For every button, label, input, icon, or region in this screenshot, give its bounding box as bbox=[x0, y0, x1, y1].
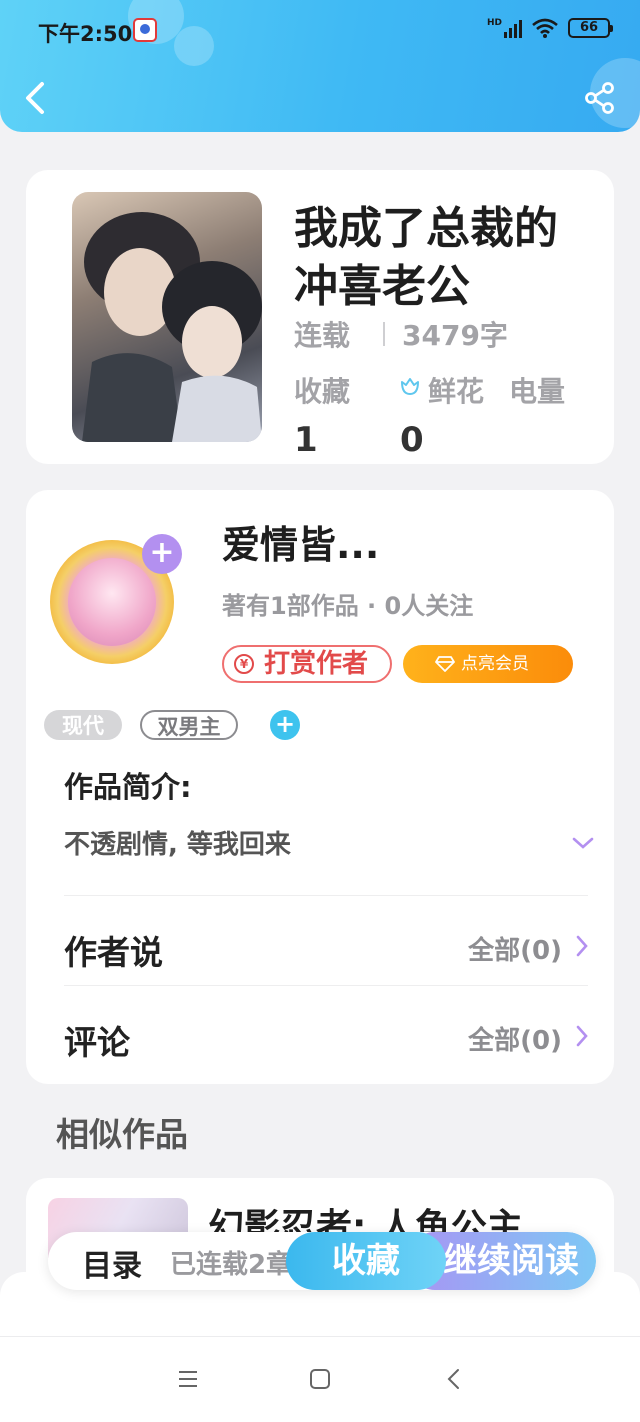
status-icons: HD 66 bbox=[487, 18, 613, 38]
comments-count[interactable]: 全部(0) bbox=[468, 1020, 562, 1057]
network-label: HD bbox=[486, 18, 502, 28]
intro-title: 作品简介: bbox=[64, 770, 192, 804]
author-stats: 著有1部作品 · 0人关注 bbox=[222, 592, 474, 620]
add-tag-button[interactable]: + bbox=[270, 710, 300, 740]
bottom-action-bar: 目录 已连载2章 继续阅读 收藏 bbox=[48, 1232, 596, 1290]
author-name[interactable]: 爱情皆... bbox=[222, 514, 379, 569]
book-title: 我成了总裁的冲喜老公 bbox=[294, 203, 558, 312]
reward-author-button[interactable]: ¥ 打赏作者 bbox=[222, 645, 392, 683]
battery-icon: 66 bbox=[568, 18, 613, 38]
decor-bubble bbox=[174, 26, 214, 66]
tag-bl[interactable]: 双男主 bbox=[140, 710, 238, 740]
top-header: 下午2:50 HD 66 bbox=[0, 0, 640, 132]
chevron-right-icon[interactable] bbox=[576, 935, 588, 957]
power-label[interactable]: 电量 bbox=[509, 370, 565, 410]
signal-icon: HD bbox=[487, 18, 522, 38]
yen-icon: ¥ bbox=[234, 654, 254, 674]
menu-icon[interactable] bbox=[176, 1367, 200, 1391]
author-notes-count[interactable]: 全部(0) bbox=[468, 930, 562, 967]
comments-label[interactable]: 评论 bbox=[64, 1016, 130, 1064]
reward-author-label: 打赏作者 bbox=[264, 649, 369, 679]
status-time: 下午2:50 bbox=[38, 22, 133, 46]
book-status: 连载 bbox=[294, 319, 351, 352]
avatar-photo bbox=[68, 558, 156, 646]
flower-icon bbox=[401, 378, 419, 395]
collect-label: 收藏 bbox=[332, 1241, 400, 1281]
continue-reading-label: 继续阅读 bbox=[443, 1241, 579, 1281]
app-notification-icon bbox=[133, 18, 157, 42]
home-icon[interactable] bbox=[308, 1367, 332, 1391]
back-icon[interactable] bbox=[22, 80, 50, 116]
catalog-button[interactable]: 目录 bbox=[82, 1241, 142, 1285]
similar-works-title: 相似作品 bbox=[56, 1115, 188, 1154]
tag-modern[interactable]: 现代 bbox=[44, 710, 122, 740]
follow-author-button[interactable]: + bbox=[142, 534, 182, 574]
intro-text: 不透剧情, 等我回来 bbox=[64, 830, 291, 860]
serial-chapters-text: 已连载2章 bbox=[170, 1250, 293, 1280]
activate-vip-label: 点亮会员 bbox=[461, 654, 529, 674]
collect-button[interactable]: 收藏 bbox=[286, 1232, 446, 1290]
chevron-right-icon[interactable] bbox=[576, 1025, 588, 1047]
author-notes-label[interactable]: 作者说 bbox=[64, 926, 163, 974]
divider bbox=[64, 985, 588, 986]
flowers-label[interactable]: 鲜花 bbox=[428, 370, 484, 410]
flowers-count: 0 bbox=[400, 420, 424, 460]
share-icon[interactable] bbox=[584, 82, 616, 114]
wifi-icon bbox=[532, 18, 558, 38]
nav-back-icon[interactable] bbox=[442, 1367, 466, 1391]
expand-chevron-icon[interactable] bbox=[572, 836, 594, 850]
favorites-count: 1 bbox=[294, 420, 318, 460]
cover-illustration bbox=[82, 212, 262, 442]
book-cover-image[interactable] bbox=[72, 192, 262, 442]
favorites-label: 收藏 bbox=[294, 375, 351, 408]
system-nav-bar bbox=[0, 1336, 640, 1422]
meta-divider bbox=[383, 322, 385, 346]
word-count: 3479字 bbox=[402, 319, 508, 352]
activate-vip-button[interactable]: 点亮会员 bbox=[403, 645, 573, 683]
diamond-icon bbox=[435, 656, 455, 672]
divider bbox=[64, 895, 588, 896]
